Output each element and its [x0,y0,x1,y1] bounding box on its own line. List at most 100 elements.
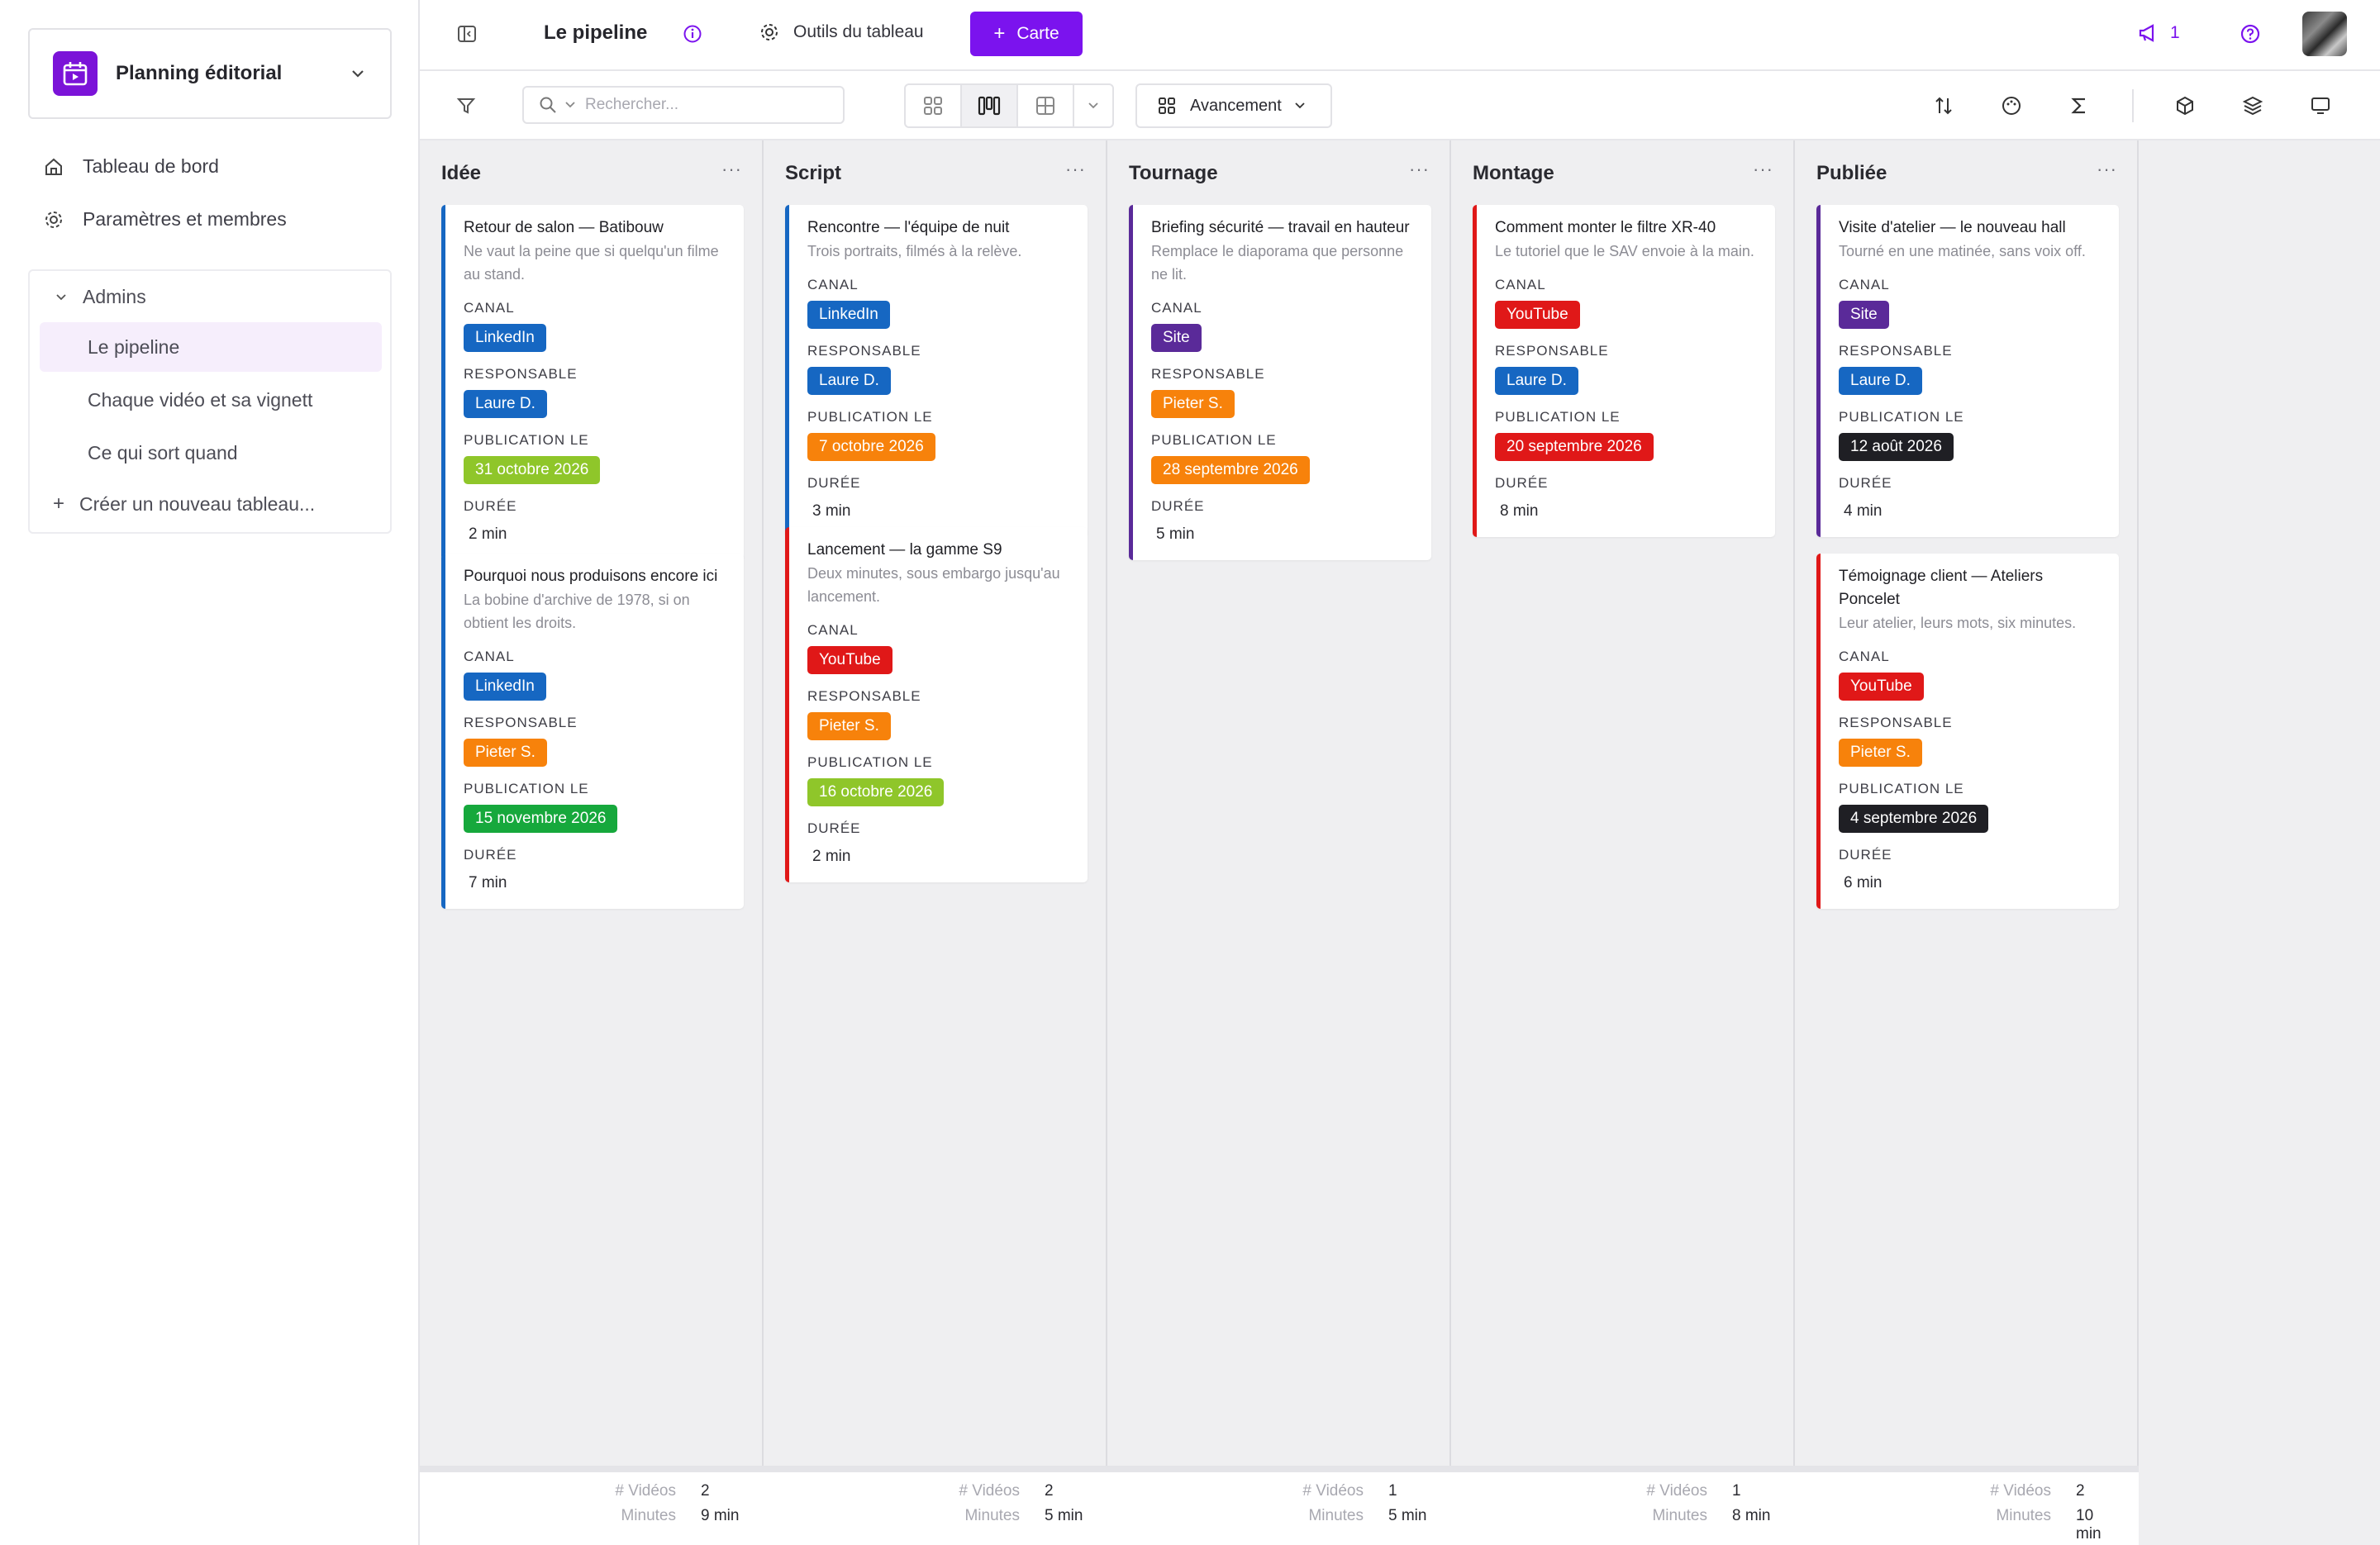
card[interactable]: Briefing sécurité — travail en hauteur Re… [1129,205,1431,560]
column-footer: # Vidéos 2 Minutes 10 min [1795,1466,2139,1545]
column-menu-button[interactable]: ··· [1065,159,1086,180]
card-title: Rencontre — l'équipe de nuit [807,219,1010,236]
search-input[interactable] [585,96,800,114]
responsable-tag: Laure D. [1495,367,1578,395]
more-views-button[interactable] [1074,85,1112,126]
field-label-responsable: RESPONSABLE [807,688,921,704]
sort-icon[interactable] [1932,94,1955,117]
sidebar-link-settings[interactable]: Paramètres et membres [43,208,287,231]
footer-label: Minutes [964,1507,1020,1524]
card[interactable]: Pourquoi nous produisons encore ici La bo… [441,554,744,909]
footer-label: # Vidéos [1302,1482,1364,1500]
card-title: Pourquoi nous produisons encore ici [464,568,718,585]
column-menu-button[interactable]: ··· [721,159,742,180]
grid-view-button[interactable] [906,85,962,126]
publication-date-tag: 4 septembre 2026 [1839,805,1989,833]
palette-icon[interactable] [2000,94,2023,117]
field-label-responsable: RESPONSABLE [1839,343,1953,359]
column: Idée ··· # Vidéos 2 Minutes 9 min Retour de sa… [420,140,764,1545]
board-item-le-pipeline[interactable]: Le pipeline [40,322,382,372]
board-group-toggle[interactable]: Admins [55,286,146,308]
canal-tag: YouTube [1839,673,1924,701]
box-icon[interactable] [2173,94,2197,117]
kanban-view-button[interactable] [962,85,1018,126]
board-item-ce-qui-sort[interactable]: Ce qui sort quand [40,428,382,478]
field-label-publication: PUBLICATION LE [1151,432,1277,448]
group-by-select[interactable]: Avancement [1135,83,1332,128]
card[interactable]: Rencontre — l'équipe de nuit Trois portra… [785,205,1088,537]
toolbar-divider [2132,89,2134,122]
field-label-duree: DURÉE [1839,847,1892,863]
column-menu-button[interactable]: ··· [1409,159,1430,180]
card[interactable]: Visite d'atelier — le nouveau hall Tourné… [1816,205,2119,537]
card[interactable]: Retour de salon — Batibouw Ne vaut la pei… [441,205,744,560]
card[interactable]: Lancement — la gamme S9 Deux minutes, sou… [785,527,1088,882]
duration-value: 2 min [469,525,507,543]
create-board-button[interactable]: + Créer un nouveau tableau... [53,492,315,516]
card[interactable]: Témoignage client — Ateliers Poncelet Leu… [1816,554,2119,909]
field-label-publication: PUBLICATION LE [807,409,933,425]
footer-value: 5 min [1388,1507,1427,1524]
home-icon [45,158,62,175]
grid-icon [924,97,942,115]
responsable-tag: Pieter S. [464,739,547,767]
toggle-sidebar-icon[interactable] [456,23,478,45]
footer-label: Minutes [1652,1507,1707,1524]
field-label-duree: DURÉE [464,847,517,863]
footer-value: 8 min [1732,1507,1771,1524]
duration-value: 7 min [469,874,507,891]
card-description: Tourné en une matinée, sans voix off. [1839,243,2086,259]
workspace-switcher[interactable]: Planning éditorial [28,28,392,119]
publication-date-tag: 15 novembre 2026 [464,805,618,833]
field-label-publication: PUBLICATION LE [464,781,589,796]
field-label-canal: CANAL [1839,649,1890,664]
canal-tag: YouTube [807,646,892,674]
publication-date-tag: 7 octobre 2026 [807,433,935,461]
canal-tag: LinkedIn [464,673,546,701]
field-label-responsable: RESPONSABLE [464,366,578,382]
column-title: Publiée [1816,162,1887,184]
board-item-chaque-video[interactable]: Chaque vidéo et sa vignett [40,375,382,425]
column-title: Tournage [1129,162,1218,184]
footer-label: # Vidéos [1990,1482,2051,1500]
sidebar-link-dashboard[interactable]: Tableau de bord [43,155,219,178]
sum-icon[interactable] [2068,94,2091,117]
column-menu-button[interactable]: ··· [2097,159,2117,180]
field-label-canal: CANAL [1839,277,1890,292]
board-group: Admins Le pipeline Chaque vidéo et sa vi… [28,269,392,534]
add-card-button[interactable]: + Carte [970,12,1083,56]
responsable-tag: Laure D. [464,390,547,418]
footer-value: 1 [1388,1482,1397,1500]
field-label-publication: PUBLICATION LE [1839,409,1964,425]
board-tools-button[interactable]: Outils du tableau [759,21,924,43]
field-label-publication: PUBLICATION LE [1495,409,1621,425]
duration-value: 3 min [812,502,851,520]
help-icon[interactable] [2240,23,2261,45]
responsable-tag: Pieter S. [1151,390,1235,418]
card[interactable]: Comment monter le filtre XR-40 Le tutorie… [1473,205,1775,537]
field-label-duree: DURÉE [807,820,861,836]
field-label-canal: CANAL [1495,277,1546,292]
footer-label: Minutes [621,1507,676,1524]
announcements-button[interactable]: 1 [2137,22,2180,44]
search-box[interactable] [522,86,845,124]
monitor-icon[interactable] [2309,94,2332,117]
footer-value: 2 [1045,1482,1054,1500]
sidebar-link-label: Tableau de bord [83,155,219,177]
field-label-responsable: RESPONSABLE [807,343,921,359]
column-title: Script [785,162,842,184]
publication-date-tag: 12 août 2026 [1839,433,1954,461]
filter-icon[interactable] [455,94,478,117]
notif-count: 1 [2170,23,2180,42]
footer-value: 1 [1732,1482,1741,1500]
kanban-icon [978,96,1001,116]
avatar[interactable] [2302,12,2347,56]
layers-icon[interactable] [2241,94,2264,117]
info-icon[interactable] [683,24,702,44]
search-icon [540,97,556,113]
table-view-button[interactable] [1018,85,1074,126]
column-menu-button[interactable]: ··· [1753,159,1773,180]
footer-label: # Vidéos [959,1482,1020,1500]
sidebar-link-label: Paramètres et membres [83,208,287,230]
publication-date-tag: 31 octobre 2026 [464,456,601,484]
